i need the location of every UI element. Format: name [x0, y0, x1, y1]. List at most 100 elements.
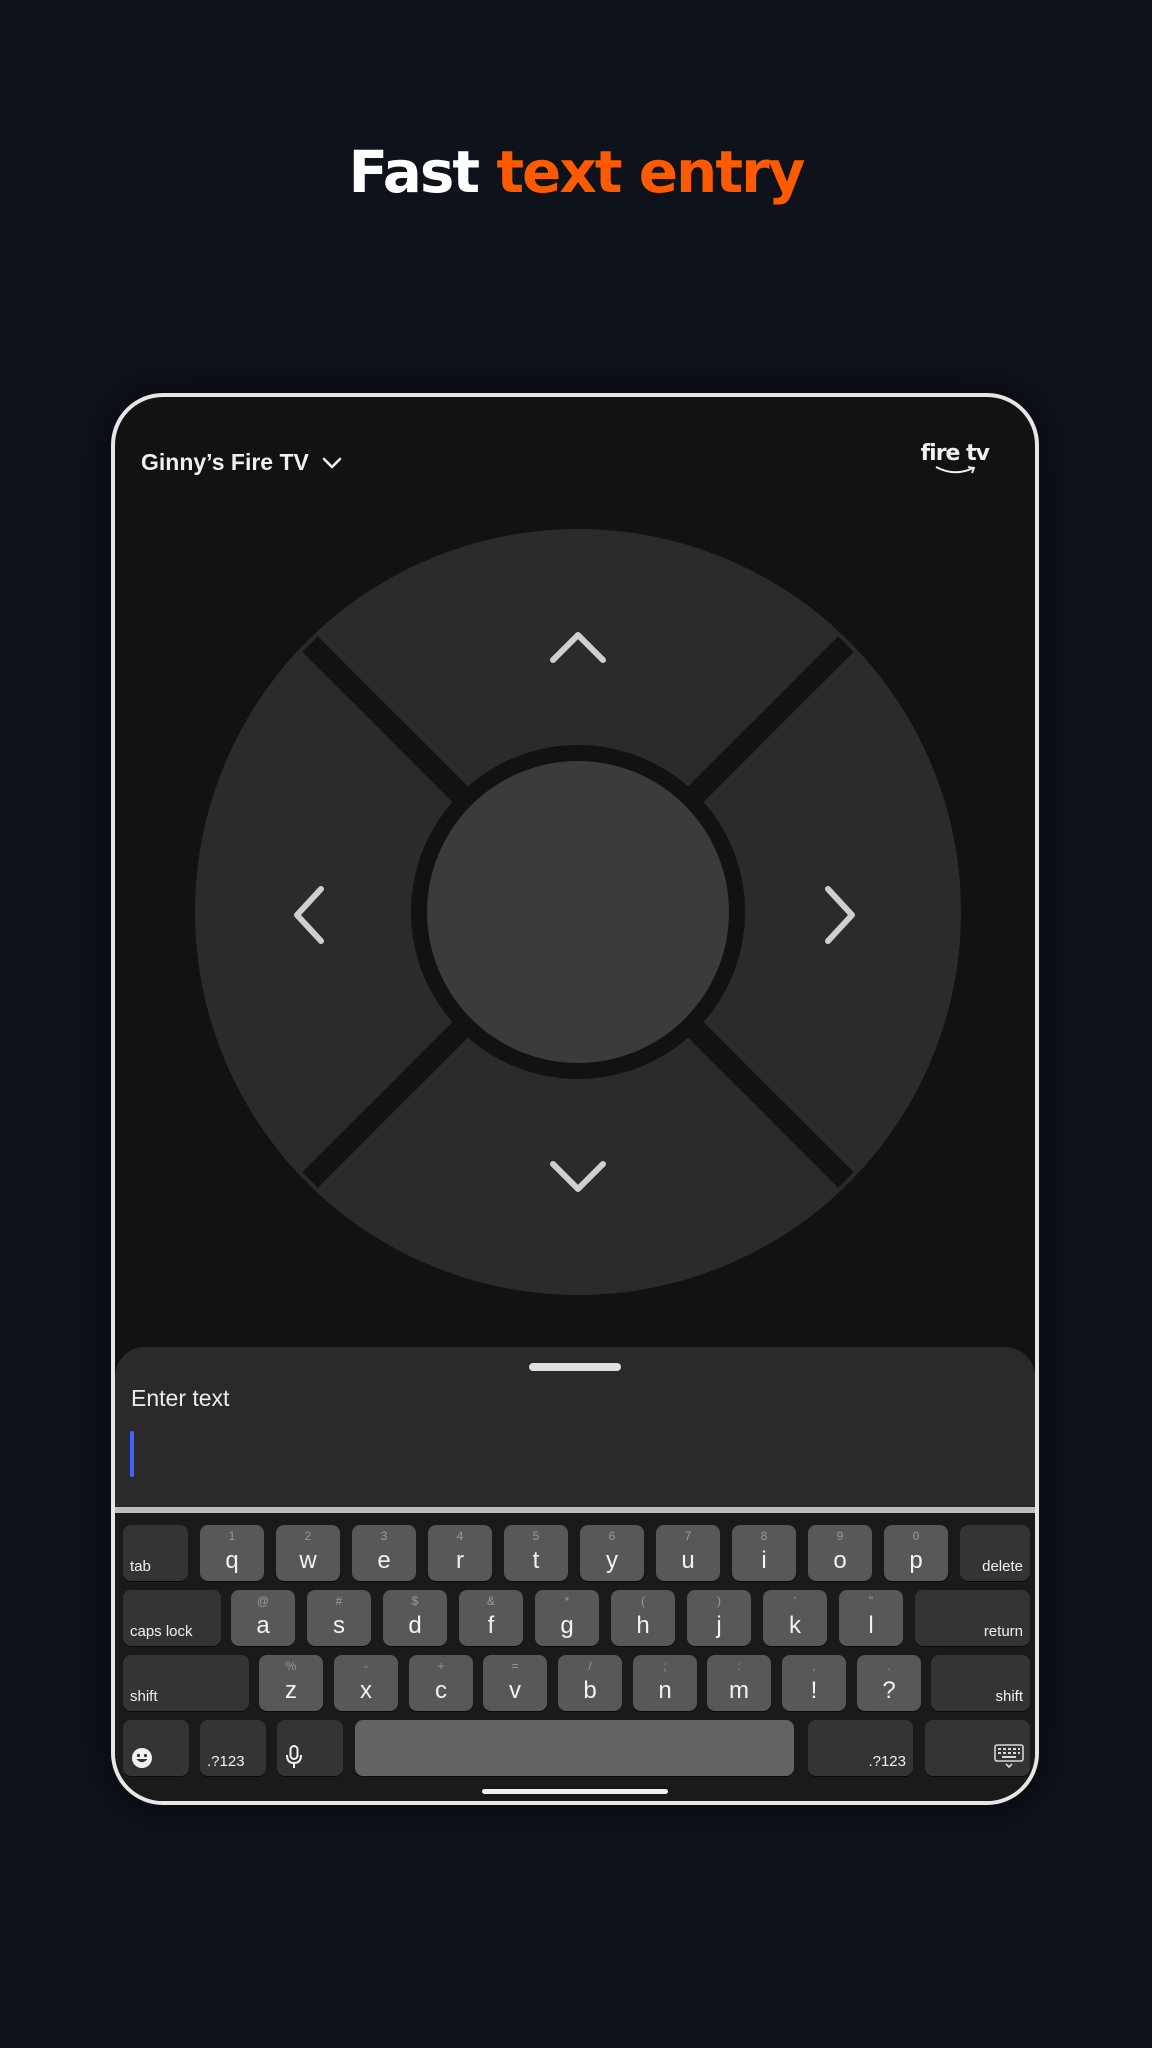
- key-label: o: [833, 1547, 847, 1574]
- key-alt: -: [364, 1659, 368, 1673]
- key-alt: (: [641, 1594, 645, 1608]
- key-alt: 6: [608, 1529, 616, 1543]
- key-alt: ;: [663, 1659, 667, 1673]
- key-g[interactable]: * g: [535, 1590, 599, 1646]
- key-label: k: [789, 1612, 801, 1639]
- shift-key-label: shift: [995, 1688, 1023, 1705]
- key-label: l: [868, 1612, 874, 1639]
- tab-key[interactable]: tab: [123, 1525, 188, 1581]
- key-label: n: [658, 1677, 672, 1704]
- key-label: p: [909, 1547, 923, 1574]
- key-i[interactable]: 8i: [732, 1525, 796, 1581]
- key-u[interactable]: 7u: [656, 1525, 720, 1581]
- key-label: r: [456, 1547, 464, 1574]
- text-entry-sheet: Enter text: [115, 1347, 1035, 1507]
- key-n[interactable]: ; n: [633, 1655, 697, 1711]
- key-d[interactable]: $ d: [383, 1590, 447, 1646]
- key-alt: =: [511, 1659, 519, 1673]
- key-label: z: [285, 1677, 297, 1704]
- microphone-icon: [286, 1745, 302, 1768]
- key-alt: ': [793, 1594, 797, 1608]
- key-alt: &: [486, 1594, 495, 1608]
- sheet-grabber[interactable]: [529, 1363, 621, 1371]
- delete-key-label: delete: [982, 1558, 1023, 1575]
- numbers-key-label: .?123: [207, 1753, 245, 1770]
- key-l[interactable]: " l: [839, 1590, 903, 1646]
- text-input-caret[interactable]: [130, 1431, 134, 1477]
- key-label: !: [810, 1677, 818, 1704]
- key-exclamation[interactable]: ,!: [782, 1655, 846, 1711]
- key-alt: #: [335, 1594, 343, 1608]
- key-v[interactable]: = v: [483, 1655, 547, 1711]
- numbers-left-key[interactable]: .?123: [200, 1720, 266, 1776]
- key-c[interactable]: + c: [409, 1655, 473, 1711]
- key-alt: :: [737, 1659, 741, 1673]
- key-alt: 3: [380, 1529, 388, 1543]
- key-alt: .: [887, 1659, 891, 1673]
- return-key[interactable]: return: [915, 1590, 1030, 1646]
- key-t[interactable]: 5t: [504, 1525, 568, 1581]
- key-alt: %: [285, 1659, 297, 1673]
- key-alt: +: [437, 1659, 445, 1673]
- key-alt: @: [256, 1594, 270, 1608]
- key-label: y: [606, 1547, 618, 1574]
- key-s[interactable]: # s: [307, 1590, 371, 1646]
- home-indicator[interactable]: [482, 1789, 668, 1794]
- key-a[interactable]: @ a: [231, 1590, 295, 1646]
- key-p[interactable]: 0p: [884, 1525, 948, 1581]
- key-o[interactable]: 9o: [808, 1525, 872, 1581]
- key-alt: ": [868, 1594, 874, 1608]
- sheet-title: Enter text: [131, 1385, 230, 1411]
- key-question[interactable]: .?: [857, 1655, 921, 1711]
- key-label: e: [377, 1547, 391, 1574]
- key-label: h: [636, 1612, 650, 1639]
- key-alt: ): [717, 1594, 721, 1608]
- key-w[interactable]: 2w: [276, 1525, 340, 1581]
- delete-key[interactable]: delete: [960, 1525, 1030, 1581]
- key-f[interactable]: & f: [459, 1590, 523, 1646]
- key-alt: /: [588, 1659, 592, 1673]
- key-z[interactable]: % z: [259, 1655, 323, 1711]
- key-y[interactable]: 6y: [580, 1525, 644, 1581]
- key-label: b: [583, 1677, 597, 1704]
- shift-right-key[interactable]: shift: [931, 1655, 1030, 1711]
- key-label: t: [532, 1547, 540, 1574]
- key-label: d: [408, 1612, 422, 1639]
- key-label: m: [729, 1677, 749, 1704]
- caps-lock-key[interactable]: caps lock: [123, 1590, 221, 1646]
- key-label: v: [509, 1677, 521, 1704]
- key-m[interactable]: :m: [707, 1655, 771, 1711]
- key-b[interactable]: / b: [558, 1655, 622, 1711]
- key-label: c: [435, 1677, 447, 1704]
- key-k[interactable]: ' k: [763, 1590, 827, 1646]
- key-q[interactable]: 1q: [200, 1525, 264, 1581]
- key-r[interactable]: 4r: [428, 1525, 492, 1581]
- key-label: x: [360, 1677, 372, 1704]
- keyboard: tab 1q 2w 3e 4r 5t 6y 7u 8i 9o 0p delete…: [115, 1507, 1035, 1801]
- hide-keyboard-key[interactable]: [925, 1720, 1030, 1776]
- dpad-select-button[interactable]: [427, 761, 729, 1063]
- key-alt: 0: [912, 1529, 920, 1543]
- key-alt: 5: [532, 1529, 540, 1543]
- dictation-key[interactable]: [277, 1720, 343, 1776]
- headline-accent: text entry: [496, 138, 805, 206]
- key-label: ?: [882, 1677, 896, 1704]
- key-label: f: [487, 1612, 495, 1639]
- tab-key-label: tab: [130, 1558, 151, 1575]
- shift-left-key[interactable]: shift: [123, 1655, 249, 1711]
- space-key[interactable]: [355, 1720, 794, 1776]
- key-label: j: [716, 1612, 722, 1639]
- dpad: [195, 529, 961, 1295]
- key-e[interactable]: 3e: [352, 1525, 416, 1581]
- key-label: u: [681, 1547, 695, 1574]
- numbers-right-key[interactable]: .?123: [808, 1720, 913, 1776]
- key-x[interactable]: -x: [334, 1655, 398, 1711]
- emoji-key[interactable]: [123, 1720, 189, 1776]
- key-label: a: [256, 1612, 270, 1639]
- headline: Fast text entry: [0, 138, 1152, 206]
- key-label: w: [299, 1547, 317, 1574]
- emoji-icon: [132, 1748, 152, 1768]
- key-h[interactable]: (h: [611, 1590, 675, 1646]
- key-alt: *: [564, 1594, 570, 1608]
- key-j[interactable]: ) j: [687, 1590, 751, 1646]
